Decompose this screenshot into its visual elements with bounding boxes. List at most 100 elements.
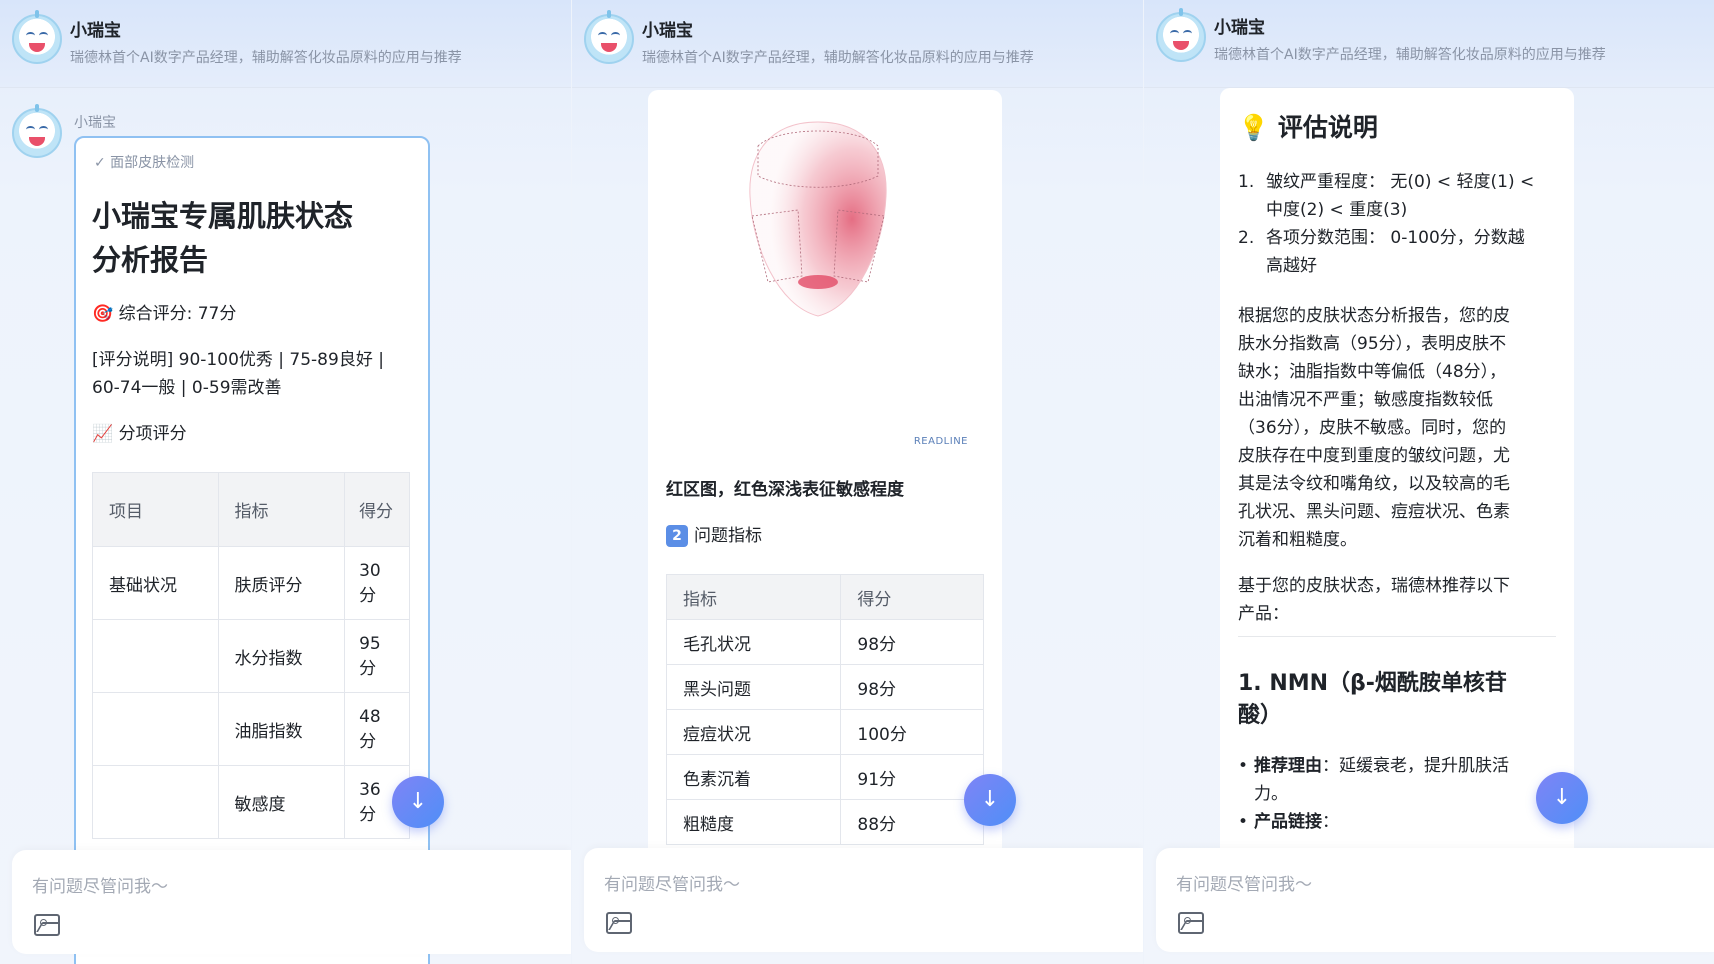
analysis-para-line: 孔状况、黑头问题、痘痘状况、色素 [1238, 502, 1510, 522]
table-row: 水分指数 95分 [92, 619, 410, 693]
scroll-down-button[interactable]: ↓ [964, 774, 1016, 826]
report-title-line2: 分析报告 [92, 243, 209, 277]
list-number: 1. [1238, 172, 1255, 192]
image-upload-icon[interactable] [34, 914, 60, 936]
bot-avatar-icon [12, 10, 62, 64]
table-cell: 48分 [344, 692, 410, 766]
scroll-down-button[interactable]: ↓ [1536, 772, 1588, 824]
arrow-down-icon: ↓ [1552, 785, 1572, 810]
chat-header: 小瑞宝 瑞德林首个AI数字产品经理，辅助解答化妆品原料的应用与推荐 [1144, 0, 1714, 88]
evaluation-title: 评估说明 [1277, 113, 1378, 142]
chat-panel-1: 小瑞宝 瑞德林首个AI数字产品经理，辅助解答化妆品原料的应用与推荐 小瑞宝 ✓ … [0, 0, 571, 964]
chart-up-icon: 📈 [92, 424, 114, 444]
table-cell: 91分 [840, 754, 984, 800]
image-upload-icon[interactable] [606, 912, 632, 934]
list-number: 2. [1238, 228, 1255, 248]
target-icon: 🎯 [92, 304, 114, 324]
message-avatar-icon [12, 104, 62, 158]
section-heading: 2 问题指标 [666, 522, 762, 550]
table-row: 基础状况 肤质评分 30分 [92, 546, 410, 620]
list-item-text: 中度(2) < 重度(3) [1266, 200, 1408, 220]
brand-watermark: READLINE [913, 436, 968, 447]
chat-input-placeholder[interactable]: 有问题尽管问我～ [604, 870, 740, 895]
analysis-para-line: （36分），皮肤不敏感。同时，您的 [1238, 418, 1507, 438]
report-card: ✓ 面部皮肤检测 小瑞宝专属肌肤状态 分析报告 🎯 综合评分: 77分 [评分说… [74, 136, 430, 964]
analysis-para-line: 肤水分指数高（95分），表明皮肤不 [1238, 334, 1507, 354]
analysis-para-line: 出油情况不严重；敏感度指数较低 [1238, 390, 1493, 410]
bot-avatar-icon [1156, 8, 1206, 62]
bullet-text: ：延缓衰老，提升肌肤活 [1322, 756, 1510, 776]
table-cell: 98分 [840, 619, 984, 665]
table-row: 痘痘状况 100分 [665, 709, 984, 755]
table-header: 得分 [840, 574, 984, 620]
table-cell: 100分 [840, 709, 984, 755]
problem-table: 指标 得分 毛孔状况 98分 黑头问题 98分 痘痘状况 100分 色素沉着 9… [665, 574, 984, 845]
table-cell: 粗糙度 [665, 799, 842, 845]
skill-chip[interactable]: ✓ 面部皮肤检测 [94, 152, 194, 172]
overall-score-line: 🎯 综合评分: 77分 [92, 300, 236, 328]
redzone-face-image [749, 121, 887, 317]
table-cell: 肤质评分 [217, 546, 346, 620]
table-cell [92, 619, 219, 693]
table-row: 黑头问题 98分 [665, 664, 984, 710]
bullet-dot: • [1238, 812, 1249, 832]
chat-input-area[interactable]: 有问题尽管问我～ [12, 850, 571, 954]
arrow-down-icon: ↓ [408, 789, 428, 814]
table-cell: 色素沉着 [665, 754, 842, 800]
message-sender: 小瑞宝 [74, 115, 116, 131]
table-row: 粗糙度 88分 [665, 799, 984, 845]
table-cell [92, 692, 219, 766]
chat-input-area[interactable]: 有问题尽管问我～ [584, 848, 1143, 952]
score-desc-line1: [评分说明] 90-100优秀 | 75-89良好 | [92, 350, 384, 370]
image-upload-icon[interactable] [1178, 912, 1204, 934]
bullet-text: ： [1322, 812, 1340, 832]
chat-header: 小瑞宝 瑞德林首个AI数字产品经理，辅助解答化妆品原料的应用与推荐 [572, 0, 1143, 88]
recommend-para-line: 产品： [1238, 604, 1289, 624]
table-cell: 88分 [840, 799, 984, 845]
list-item-text: 高越好 [1266, 256, 1317, 276]
evaluation-heading: 💡 评估说明 [1238, 108, 1378, 144]
chat-input-placeholder[interactable]: 有问题尽管问我～ [32, 872, 168, 897]
scroll-down-button[interactable]: ↓ [392, 776, 444, 828]
table-cell: 30分 [344, 546, 410, 620]
chat-header: 小瑞宝 瑞德林首个AI数字产品经理，辅助解答化妆品原料的应用与推荐 [0, 0, 571, 88]
image-caption: 红区图，红色深浅表征敏感程度 [666, 480, 904, 500]
chat-input-placeholder[interactable]: 有问题尽管问我～ [1176, 870, 1312, 895]
lightbulb-icon: 💡 [1238, 113, 1270, 142]
table-cell: 95分 [344, 619, 410, 693]
table-header: 指标 [217, 472, 346, 547]
table-header: 指标 [665, 574, 842, 620]
table-cell [92, 765, 219, 839]
table-row: 敏感度 36分 [92, 765, 410, 839]
bullet-dot: • [1238, 756, 1249, 776]
report-card-continued: READLINE 红区图，红色深浅表征敏感程度 2 问题指标 指标 得分 毛孔状况… [648, 90, 1002, 940]
bullet-text-cont: 力。 [1254, 784, 1288, 804]
recommend-para-line: 基于您的皮肤状态，瑞德林推荐以下 [1238, 576, 1510, 596]
bullet-label: 产品链接 [1254, 812, 1323, 832]
table-cell: 水分指数 [217, 619, 346, 693]
list-item-text: 各项分数范围： 0-100分，分数越 [1266, 228, 1525, 248]
sub-score-heading: 📈 分项评分 [92, 420, 187, 448]
table-row: 毛孔状况 98分 [665, 619, 984, 665]
table-cell: 敏感度 [217, 765, 346, 839]
table-cell: 基础状况 [92, 546, 219, 620]
table-cell: 油脂指数 [217, 692, 346, 766]
product-title-line2: 酸） [1238, 703, 1283, 728]
list-item: 1. [1238, 168, 1254, 196]
analysis-para-line: 缺水；油脂指数中等偏低（48分）， [1238, 362, 1507, 382]
table-header: 得分 [344, 472, 410, 547]
overall-score: 综合评分: 77分 [118, 304, 237, 324]
score-desc-line2: 60-74一般 | 0-59需改善 [92, 378, 282, 398]
keycap-number-icon: 2 [666, 525, 688, 547]
bot-avatar-icon [584, 10, 634, 64]
chat-input-area[interactable]: 有问题尽管问我～ [1156, 848, 1714, 952]
table-row: 色素沉着 91分 [665, 754, 984, 800]
analysis-para-line: 根据您的皮肤状态分析报告，您的皮 [1238, 306, 1510, 326]
table-row: 油脂指数 48分 [92, 692, 410, 766]
divider [1238, 636, 1556, 637]
analysis-para-line: 其是法令纹和嘴角纹，以及较高的毛 [1238, 474, 1510, 494]
sub-score-label: 分项评分 [118, 424, 187, 444]
bot-description: 瑞德林首个AI数字产品经理，辅助解答化妆品原料的应用与推荐 [642, 50, 1034, 66]
list-item: 2. [1238, 224, 1254, 252]
chat-panel-3: 小瑞宝 瑞德林首个AI数字产品经理，辅助解答化妆品原料的应用与推荐 💡 评估说明… [1144, 0, 1714, 964]
